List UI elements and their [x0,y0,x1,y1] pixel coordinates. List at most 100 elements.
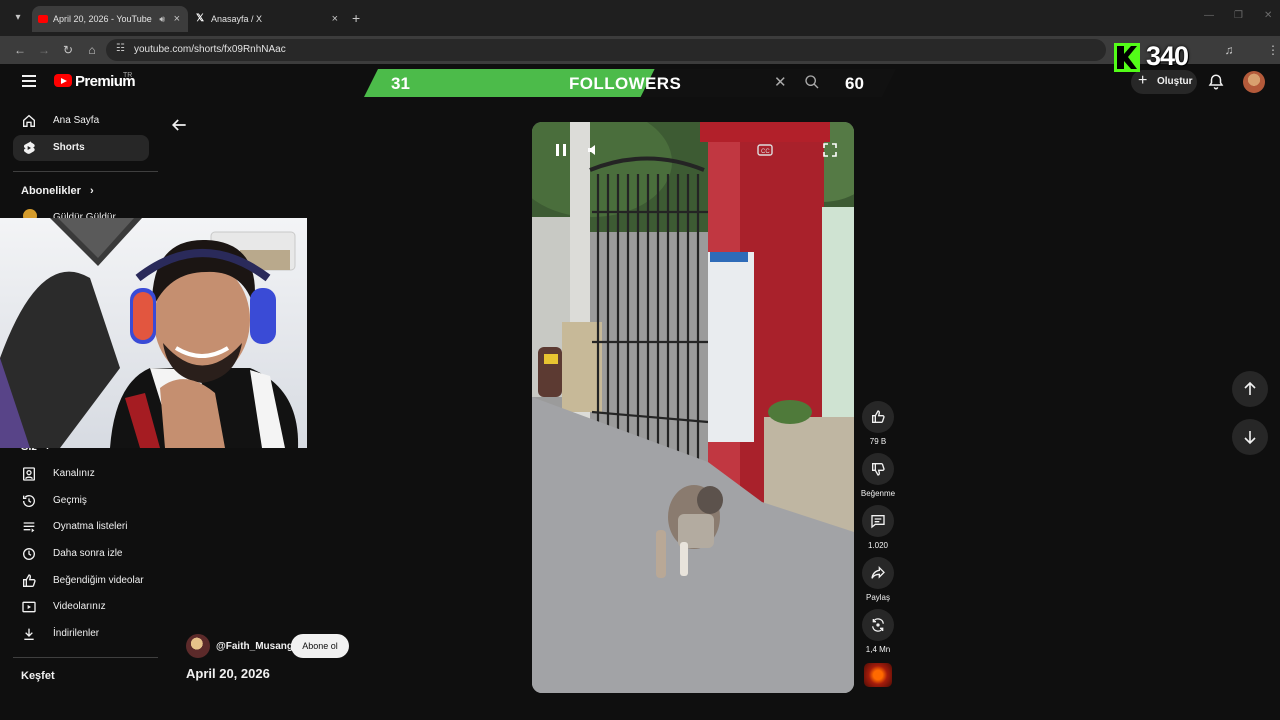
svg-text:CC: CC [761,149,770,155]
chevron-right-icon: › [89,185,94,197]
plus-icon: + [1138,72,1148,89]
browser-tab-bar: ▾ April 20, 2026 - YouTube 🔊︎ × 𝕏 Anasay… [0,0,1280,36]
country-code: TR [123,72,133,79]
youtube-logo-icon[interactable] [54,74,72,87]
browser-menu-icon[interactable]: ⋮ [1264,41,1280,59]
tab-close-icon[interactable]: × [174,6,180,32]
youtube-favicon-icon [38,15,48,23]
thumbs-down-icon [872,463,885,476]
arrow-down-icon [1244,431,1256,445]
browser-tab-youtube[interactable]: April 20, 2026 - YouTube 🔊︎ × [32,6,188,32]
sidebar-item-label: Videolarınız [53,601,106,612]
audio-playing-icon[interactable]: 🔊︎ [159,6,165,32]
back-icon[interactable]: ← [11,41,29,59]
window-close-icon[interactable]: ✕ [1264,10,1272,21]
sidebar-item-label: Shorts [53,142,85,153]
dislike-button[interactable] [862,453,894,485]
channel-avatar[interactable] [186,634,210,658]
hamburger-menu-icon[interactable] [22,75,36,87]
remix-button[interactable] [862,609,894,641]
pause-icon[interactable] [553,142,569,158]
media-control-icon[interactable]: ♫ [1220,41,1238,59]
clear-search-icon[interactable]: ✕ [774,73,787,91]
search-icon[interactable] [804,74,820,90]
browser-tab-x[interactable]: 𝕏 Anasayfa / X × [190,6,346,32]
download-icon [24,628,34,640]
browser-toolbar: ← → ↻ ⌂ ☷ youtube.com/shorts/fx09RnhNAac… [0,36,1280,64]
like-button[interactable] [862,401,894,433]
sidebar-divider [13,657,158,658]
sidebar-item-label: Beğendiğim videolar [53,575,144,586]
shorts-video-player[interactable]: CC [532,122,854,693]
tab-title: April 20, 2026 - YouTube [53,14,152,24]
playlist-icon [23,522,35,533]
minimize-icon[interactable]: — [1204,10,1214,21]
captions-icon[interactable]: CC [757,142,773,158]
address-bar[interactable]: ☷ youtube.com/shorts/fx09RnhNAac [106,39,1106,61]
thumbs-up-icon [23,574,36,587]
streamer-webcam-image [0,218,307,448]
sidebar-item-your-videos[interactable]: Videolarınız [13,594,149,620]
shorts-icon [24,141,35,154]
dislike-label: Beğenme [860,489,896,498]
sidebar-item-label: Oynatma listeleri [53,521,128,532]
sidebar-item-label: Ana Sayfa [53,115,100,126]
remix-icon [872,618,884,632]
sidebar-item-downloads[interactable]: İndirilenler [13,621,149,647]
sidebar-item-label: İndirilenler [53,628,100,639]
tab-search-icon[interactable]: ▾ [8,9,28,27]
kick-viewer-count: 340 [1146,41,1189,71]
next-short-button[interactable] [1232,419,1268,455]
notifications-bell-icon[interactable] [1207,73,1225,91]
followers-label: FOLLOWERS [569,74,682,93]
explore-heading: Keşfet [21,670,55,682]
share-button[interactable] [862,557,894,589]
followers-goal-overlay: 31 FOLLOWERS ✕ 60 [364,69,896,97]
user-avatar[interactable] [1243,71,1265,93]
site-info-icon[interactable]: ☷ [116,43,125,54]
channel-name[interactable]: @Faith_Musangi [216,641,296,652]
kick-logo-icon [1114,43,1140,72]
create-button[interactable]: + Oluştur [1131,70,1197,94]
sidebar-item-history[interactable]: Geçmiş [13,488,149,514]
sound-thumbnail[interactable] [864,663,892,687]
sidebar-item-home[interactable]: Ana Sayfa [13,108,149,134]
share-icon [871,566,885,579]
sidebar-item-playlists[interactable]: Oynatma listeleri [13,514,149,540]
home-icon[interactable]: ⌂ [83,41,101,59]
comment-icon [871,515,885,529]
screen: ▾ April 20, 2026 - YouTube 🔊︎ × 𝕏 Anasay… [0,0,1280,720]
thumbs-up-icon [872,410,885,423]
restore-icon[interactable]: ❐ [1234,10,1243,21]
previous-short-button[interactable] [1232,371,1268,407]
sidebar-item-label: Daha sonra izle [53,548,123,559]
sidebar-item-watch-later[interactable]: Daha sonra izle [13,541,149,567]
reload-icon[interactable]: ↻ [59,41,77,59]
channel-icon [23,467,35,481]
clock-icon [23,548,35,560]
subscriptions-heading[interactable]: Abonelikler › [21,185,94,197]
sidebar-item-your-channel[interactable]: Kanalınız [13,461,149,487]
sidebar-item-liked-videos[interactable]: Beğendiğim videolar [13,568,149,594]
like-count: 79 B [869,437,887,446]
sidebar-item-shorts[interactable]: Shorts [13,135,149,161]
volume-icon[interactable] [586,142,602,158]
fullscreen-icon[interactable] [822,142,838,158]
short-title[interactable]: April 20, 2026 [186,666,270,681]
comments-button[interactable] [862,505,894,537]
subscribe-button[interactable]: Abone ol [291,634,349,658]
forward-icon[interactable]: → [35,41,53,59]
video-frame-image [532,122,854,693]
comment-count: 1.020 [867,541,889,550]
tab-close-icon[interactable]: × [332,6,338,32]
home-icon [23,114,35,127]
tab-title: Anasayfa / X [211,14,263,24]
url-text: youtube.com/shorts/fx09RnhNAac [134,44,286,55]
video-icon [22,601,36,613]
arrow-up-icon [1244,381,1256,395]
followers-goal: 60 [845,74,864,93]
remix-count: 1,4 Mn [865,645,891,654]
create-label: Oluştur [1157,76,1193,87]
new-tab-button[interactable]: + [352,9,360,27]
back-arrow-icon[interactable] [169,115,189,135]
